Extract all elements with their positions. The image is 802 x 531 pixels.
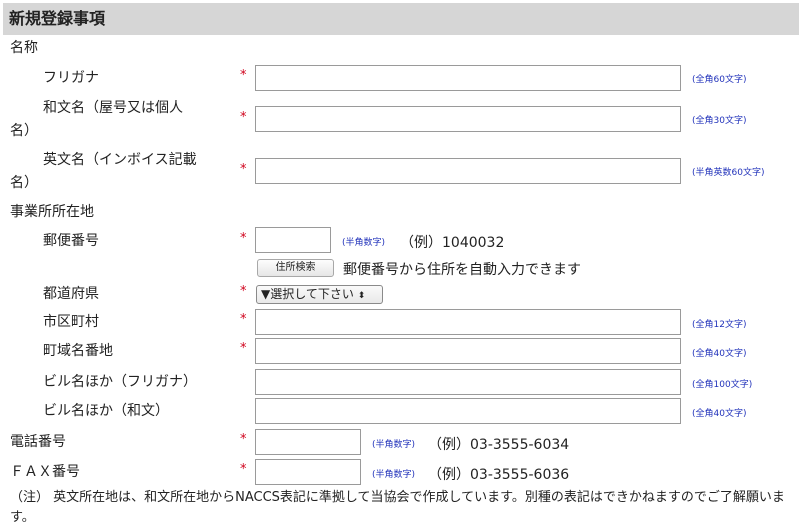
prefecture-selected-value: ▼選択して下さい (261, 287, 354, 301)
building-hint: (全角40文字) (692, 409, 747, 419)
required-mark: * (240, 312, 247, 327)
required-mark: * (240, 68, 247, 83)
fax-input[interactable] (255, 459, 361, 485)
required-mark: * (240, 462, 247, 477)
english-name-input[interactable] (255, 158, 681, 184)
required-mark: * (240, 341, 247, 356)
prefecture-select[interactable]: ▼選択して下さい ⬍ (256, 285, 383, 304)
city-hint: (全角12文字) (692, 320, 747, 330)
town-input[interactable] (255, 338, 681, 364)
town-hint: (全角40文字) (692, 349, 747, 359)
postal-code-hint: (半角数字) (342, 238, 386, 248)
english-name-label-cont: 名） (10, 175, 38, 191)
required-mark: * (240, 284, 247, 299)
name-group-label: 名称 (10, 40, 38, 56)
furigana-input[interactable] (255, 65, 681, 91)
select-arrows-icon: ⬍ (357, 291, 366, 301)
phone-hint: (半角数字) (372, 440, 416, 450)
building-kana-hint: (全角100文字) (692, 380, 753, 390)
required-mark: * (240, 432, 247, 447)
japanese-name-label-cont: 名） (10, 123, 38, 139)
building-label: ビル名ほか（和文） (43, 403, 169, 419)
postal-code-label: 郵便番号 (43, 233, 99, 249)
building-kana-label: ビル名ほか（フリガナ） (43, 374, 197, 390)
address-search-description: 郵便番号から住所を自動入力できます (343, 262, 581, 278)
building-input[interactable] (255, 398, 681, 424)
address-group-label: 事業所所在地 (10, 204, 94, 220)
english-name-hint: (半角英数60文字) (692, 168, 765, 178)
japanese-name-input[interactable] (255, 106, 681, 132)
phone-example: （例）03-3555-6034 (428, 437, 570, 453)
phone-input[interactable] (255, 429, 361, 455)
address-search-button[interactable]: 住所検索 (257, 259, 334, 277)
furigana-hint: (全角60文字) (692, 75, 747, 85)
fax-hint: (半角数字) (372, 470, 416, 480)
city-label: 市区町村 (43, 314, 99, 330)
prefecture-label: 都道府県 (43, 286, 99, 302)
postal-code-example: （例）1040032 (400, 235, 505, 251)
town-label: 町域名番地 (43, 343, 113, 359)
fax-example: （例）03-3555-6036 (428, 467, 570, 483)
section-title: 新規登録事項 (3, 3, 799, 35)
phone-label: 電話番号 (10, 434, 66, 450)
fax-label: ＦＡＸ番号 (10, 464, 80, 480)
english-name-label: 英文名（インボイス記載 (43, 152, 197, 168)
required-mark: * (240, 231, 247, 246)
note-text: （注） 英文所在地は、和文所在地からNACCS表記に準拠して当協会で作成していま… (10, 490, 785, 505)
postal-code-input[interactable] (255, 227, 331, 253)
note-text-cont: す。 (10, 510, 35, 525)
japanese-name-label: 和文名（屋号又は個人 (43, 100, 183, 116)
required-mark: * (240, 110, 247, 125)
furigana-label: フリガナ (43, 70, 99, 86)
japanese-name-hint: (全角30文字) (692, 116, 747, 126)
building-kana-input[interactable] (255, 369, 681, 395)
required-mark: * (240, 162, 247, 177)
city-input[interactable] (255, 309, 681, 335)
